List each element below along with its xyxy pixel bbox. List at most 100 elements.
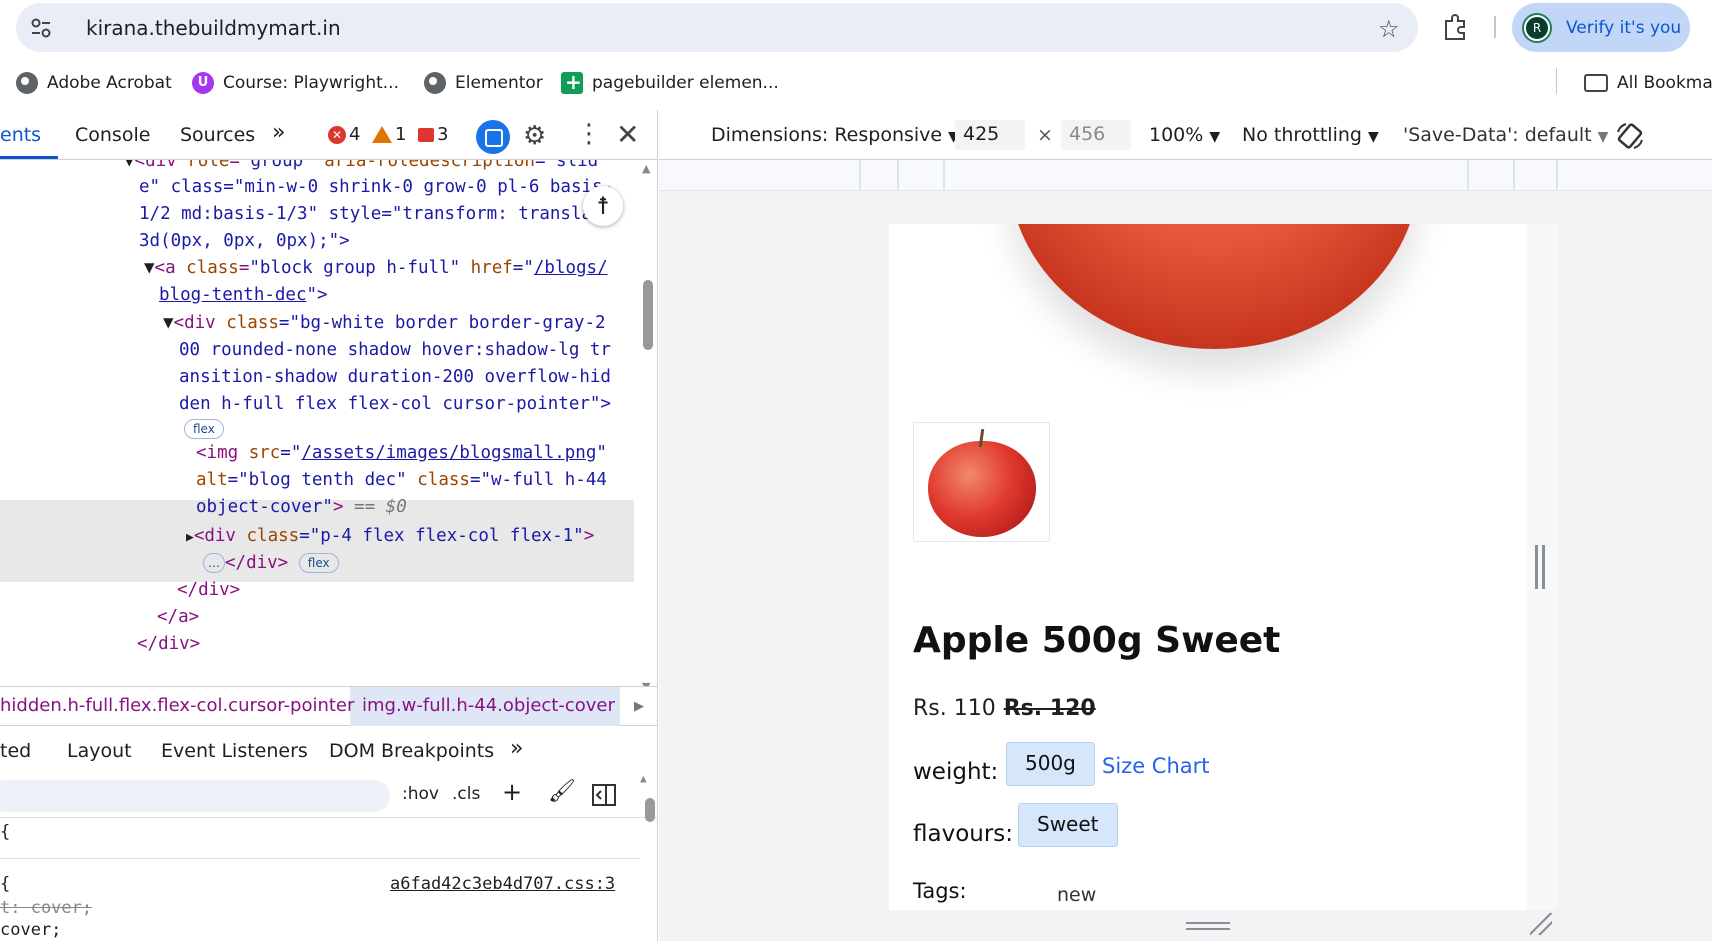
tags-label: Tags: — [913, 879, 967, 903]
site-settings-icon[interactable] — [30, 17, 52, 39]
breadcrumb-item[interactable]: hidden.h-full.flex.flex-col.cursor-point… — [0, 695, 354, 716]
product-thumbnail[interactable] — [913, 422, 1050, 542]
scroll-up-icon: ▲ — [642, 162, 651, 175]
more-tabs-icon[interactable]: » — [510, 736, 523, 761]
tab-layout[interactable]: Layout — [67, 740, 132, 762]
dom-tree-scrollbar[interactable]: ▲ ▼ — [640, 160, 657, 736]
bookmark-star-icon[interactable]: ☆ — [1378, 15, 1400, 43]
dom-line[interactable]: ansition-shadow duration-200 overflow-hi… — [179, 364, 611, 392]
bookmark-label: Elementor — [455, 73, 543, 93]
dom-line[interactable]: </div> — [137, 631, 200, 659]
media-query-marker[interactable] — [897, 160, 899, 191]
globe-icon — [16, 72, 38, 94]
bookmark-course-playwright[interactable]: U Course: Playwright... — [192, 70, 399, 96]
collapse-arrow-icon: ▶ — [186, 530, 194, 545]
save-data-select[interactable]: 'Save-Data': default ▼ — [1403, 124, 1608, 146]
ellipsis-badge[interactable]: … — [203, 553, 225, 573]
all-bookmarks-label: All Bookma — [1617, 73, 1712, 93]
more-options-icon[interactable]: ⋮ — [576, 119, 602, 149]
verify-identity-button[interactable]: R Verify it's you — [1512, 3, 1690, 52]
breadcrumb-item-active[interactable]: img.w-full.h-44.object-cover — [362, 695, 615, 716]
media-query-marker[interactable] — [1467, 160, 1469, 191]
style-property[interactable]: cover; — [0, 920, 61, 940]
toggle-sidebar-icon[interactable] — [592, 784, 616, 806]
dimensions-select[interactable]: Dimensions: Responsive ▼ — [711, 124, 959, 146]
media-query-marker[interactable] — [1513, 160, 1515, 191]
url-text[interactable]: kirana.thebuildmymart.in — [86, 16, 341, 40]
dom-line[interactable]: e" class="min-w-0 shrink-0 grow-0 pl-6 b… — [139, 174, 613, 202]
dom-line[interactable]: 00 rounded-none shadow hover:shadow-lg t… — [179, 337, 611, 365]
dom-line[interactable]: … </div> flex — [203, 550, 339, 578]
class-toggle[interactable]: .cls — [452, 784, 480, 804]
accessibility-icon[interactable]: ☨ — [583, 186, 623, 226]
media-query-marker[interactable] — [859, 160, 861, 191]
tab-event-listeners[interactable]: Event Listeners — [161, 740, 308, 762]
all-bookmarks-button[interactable]: All Bookma — [1584, 70, 1712, 96]
close-devtools-icon[interactable]: ✕ — [616, 118, 639, 151]
paint-brush-icon[interactable]: 🖌 — [548, 779, 576, 804]
weight-option-500g[interactable]: 500g — [1006, 742, 1095, 786]
flavour-option-sweet[interactable]: Sweet — [1018, 803, 1118, 847]
bookmarks-divider — [1556, 68, 1557, 94]
tab-dom-breakpoints[interactable]: DOM Breakpoints — [329, 740, 494, 762]
tab-elements[interactable]: ents — [0, 124, 41, 146]
throttling-select[interactable]: No throttling ▼ — [1242, 124, 1379, 146]
zoom-select[interactable]: 100% ▼ — [1149, 124, 1220, 146]
dom-line[interactable]: </div> — [177, 577, 240, 605]
style-property-overridden[interactable]: t: cover; — [0, 898, 92, 918]
resize-handle-corner[interactable] — [1530, 913, 1552, 935]
new-style-rule-icon[interactable]: + — [502, 778, 522, 806]
tag-value[interactable]: new — [1057, 884, 1096, 906]
breadcrumb-scroll-right-icon[interactable]: ▶ — [634, 699, 644, 714]
rotate-device-icon[interactable] — [1614, 120, 1646, 152]
style-brace: { — [0, 822, 11, 842]
flex-badge[interactable]: flex — [298, 553, 339, 573]
bookmark-label: pagebuilder elemen... — [592, 73, 779, 93]
media-query-marker[interactable] — [943, 160, 945, 191]
bookmark-elementor[interactable]: Elementor — [424, 70, 543, 96]
tab-computed[interactable]: ted — [0, 740, 31, 762]
issue-count[interactable]: 3 — [418, 124, 448, 145]
stylesheet-link[interactable]: a6fad42c3eb4d707.css:3 — [390, 874, 615, 894]
bookmark-pagebuilder[interactable]: pagebuilder elemen... — [561, 70, 779, 96]
warning-count-value: 1 — [395, 124, 407, 145]
error-count[interactable]: ✕ 4 — [328, 124, 360, 145]
more-tabs-icon[interactable]: » — [272, 120, 285, 145]
ai-assistance-icon[interactable] — [476, 120, 510, 154]
height-input[interactable]: 456 — [1061, 120, 1131, 150]
hover-state-toggle[interactable]: :hov — [402, 784, 439, 804]
flex-badge[interactable]: flex — [184, 419, 224, 439]
dom-line[interactable]: den h-full flex flex-col cursor-pointer"… — [179, 391, 611, 419]
extensions-icon[interactable] — [1440, 12, 1470, 42]
address-bar[interactable]: kirana.thebuildmymart.in ☆ — [16, 3, 1418, 52]
dom-line[interactable]: ▼<div class="bg-white border border-gray… — [163, 310, 606, 338]
bookmark-adobe-acrobat[interactable]: Adobe Acrobat — [16, 70, 172, 96]
styles-tab-bar: ted Layout Event Listeners DOM Breakpoin… — [0, 726, 657, 772]
dom-line[interactable]: blog-tenth-dec"> — [159, 282, 328, 310]
size-chart-link[interactable]: Size Chart — [1102, 754, 1210, 778]
product-main-image — [1009, 224, 1419, 349]
dom-line[interactable]: 1/2 md:basis-1/3" style="transform: tran… — [139, 201, 613, 229]
tab-console[interactable]: Console — [75, 124, 150, 146]
dom-line[interactable]: </a> — [157, 604, 199, 632]
tab-sources[interactable]: Sources — [180, 124, 255, 146]
width-input[interactable]: 425 — [955, 120, 1025, 150]
dom-line[interactable]: ▶<div class="p-4 flex flex-col flex-1"> — [186, 523, 594, 552]
toolbar-divider — [1494, 16, 1496, 38]
resize-handle-right[interactable] — [1535, 545, 1545, 589]
dom-line-selected[interactable]: <img src="/assets/images/blogsmall.png" — [196, 440, 607, 468]
dom-line-selected[interactable]: object-cover"> == $0 — [196, 494, 407, 522]
dom-line-selected[interactable]: alt="blog tenth dec" class="w-full h-44 — [196, 467, 607, 495]
dom-line[interactable]: 3d(0px, 0px, 0px);"> — [139, 228, 350, 256]
warning-count[interactable]: 1 — [372, 124, 406, 145]
styles-scrollbar-thumb[interactable] — [645, 798, 655, 822]
dom-line[interactable]: ▼<a class="block group h-full" href="/bl… — [144, 255, 608, 283]
styles-filter-input[interactable] — [0, 780, 390, 812]
device-toolbar: Dimensions: Responsive ▼ 425 × 456 100% … — [659, 110, 1712, 160]
error-icon: ✕ — [328, 125, 346, 144]
media-query-marker[interactable] — [1556, 160, 1558, 191]
settings-gear-icon[interactable]: ⚙ — [523, 121, 546, 151]
breadcrumb: hidden.h-full.flex.flex-col.cursor-point… — [0, 686, 657, 726]
resize-handle-bottom[interactable] — [888, 910, 1557, 941]
scrollbar-thumb[interactable] — [643, 280, 653, 350]
